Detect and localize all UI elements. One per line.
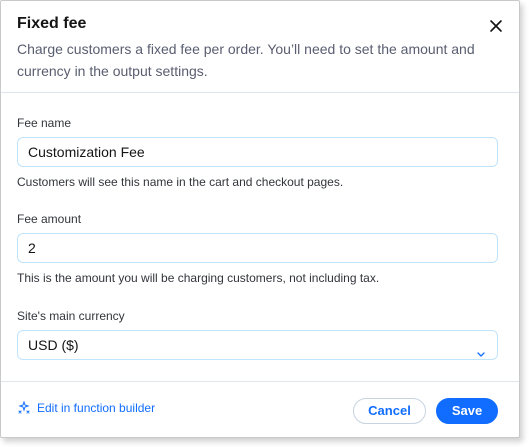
save-button[interactable]: Save xyxy=(436,398,498,424)
function-builder-link-label: Edit in function builder xyxy=(37,401,156,415)
header-divider xyxy=(1,92,519,93)
dialog-subtitle: Charge customers a fixed fee per order. … xyxy=(17,41,475,79)
function-builder-icon xyxy=(18,401,30,414)
fee-name-input[interactable]: Customization Fee xyxy=(17,137,498,167)
currency-select[interactable]: USD ($) xyxy=(17,330,498,360)
fixed-fee-dialog: Fixed fee Charge customers a fixed fee p… xyxy=(0,0,520,438)
dialog-header: Fixed fee Charge customers a fixed fee p… xyxy=(17,13,487,82)
footer-divider xyxy=(1,381,519,382)
dialog-title: Fixed fee xyxy=(17,15,87,32)
fee-name-label: Fee name xyxy=(17,116,72,130)
chevron-down-icon xyxy=(476,340,486,357)
edit-in-function-builder-link[interactable]: Edit in function builder xyxy=(17,401,155,415)
currency-label: Site's main currency xyxy=(17,309,125,323)
cancel-button[interactable]: Cancel xyxy=(353,398,426,424)
close-icon[interactable] xyxy=(489,19,503,33)
fee-amount-label: Fee amount xyxy=(17,212,82,226)
fee-amount-help: This is the amount you will be charging … xyxy=(17,271,380,285)
fee-amount-input[interactable]: 2 xyxy=(17,233,498,263)
currency-selected-value: USD ($) xyxy=(28,337,79,353)
fee-name-help: Customers will see this name in the cart… xyxy=(17,175,344,189)
